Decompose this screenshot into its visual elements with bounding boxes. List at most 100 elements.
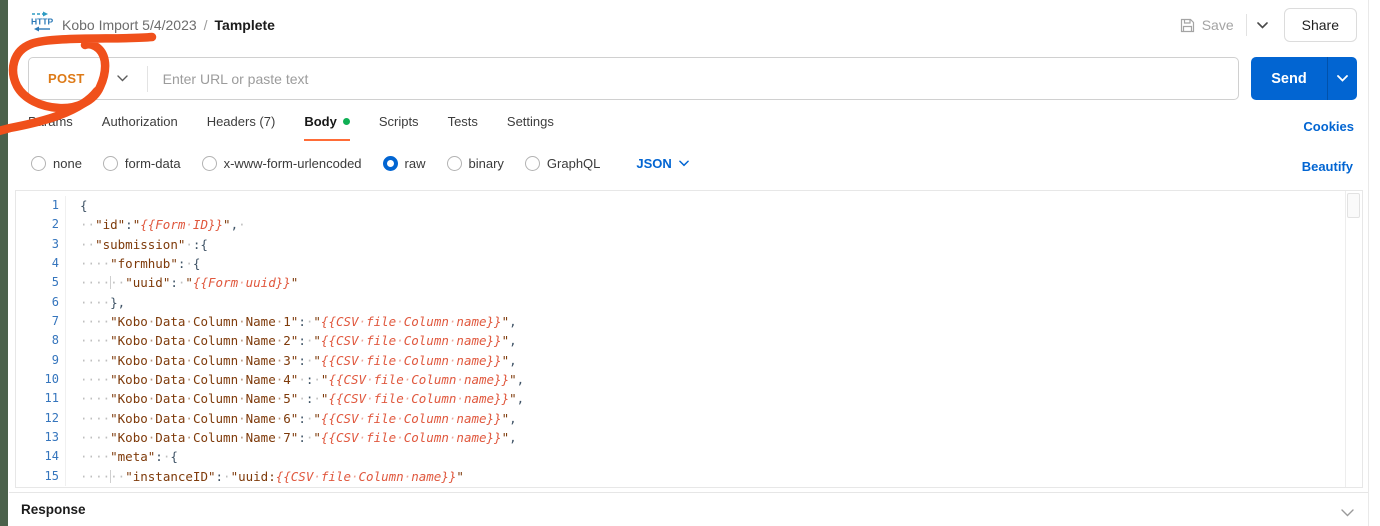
save-divider: [1245, 14, 1247, 36]
code-text[interactable]: ····"meta":·{: [66, 447, 178, 466]
code-line: 12 ····"Kobo·Data·Column·Name·6":·"{{CSV·…: [16, 408, 1362, 429]
tab-tests[interactable]: Tests: [448, 114, 478, 141]
body-editor[interactable]: 1{2 ··"id":"{{Form·ID}}",· 3 ··"submission"…: [15, 190, 1363, 488]
radio-raw[interactable]: raw: [382, 156, 426, 171]
tab-authorization[interactable]: Authorization: [102, 114, 178, 141]
tab-headers-7[interactable]: Headers (7): [207, 114, 276, 141]
svg-text:HTTP: HTTP: [31, 17, 53, 27]
code-text[interactable]: ····"formhub":·{: [66, 254, 200, 273]
tabs-bar: Params Authorization Headers (7) Body Script…: [28, 114, 554, 141]
code-line: 8 ····"Kobo·Data·Column·Name·2":·"{{CSV·f…: [16, 331, 1362, 351]
code-text[interactable]: ····"Kobo·Data·Column·Name·4"·:·"{{CSV·f…: [66, 370, 524, 389]
code-text[interactable]: ··"submission"·:{: [66, 235, 208, 254]
response-collapse-chevron-icon[interactable]: [1341, 504, 1354, 522]
code-text[interactable]: ····"Kobo·Data·Column·Name·5"·:·"{{CSV·f…: [66, 389, 524, 408]
radio-graphql[interactable]: GraphQL: [524, 156, 601, 171]
code-line: 10 ····"Kobo·Data·Column·Name·4"·:·"{{CSV…: [16, 370, 1362, 390]
tab-label: Scripts: [378, 114, 419, 129]
radio-label: none: [53, 156, 82, 171]
line-number: 6: [16, 292, 66, 313]
response-divider: [9, 492, 1368, 493]
method-select[interactable]: POST: [29, 58, 128, 99]
http-request-icon: HTTP: [29, 11, 54, 38]
editor-scrollbar[interactable]: [1345, 191, 1362, 487]
tab-label: Tests: [447, 114, 478, 129]
breadcrumb-separator: /: [203, 17, 208, 33]
header-actions: Save Share: [1180, 8, 1357, 42]
radio-label: x-www-form-urlencoded: [223, 156, 362, 171]
radio-none[interactable]: none: [31, 156, 82, 171]
line-number: 5: [16, 273, 66, 293]
line-number: 1: [16, 196, 66, 216]
cookies-link[interactable]: Cookies: [1303, 119, 1354, 134]
breadcrumb-request-name[interactable]: Tamplete: [215, 17, 275, 33]
radio-circle-icon: [201, 156, 217, 171]
code-text[interactable]: ····"Kobo·Data·Column·Name·3":·"{{CSV·fi…: [66, 351, 517, 370]
send-options-chevron-icon[interactable]: [1327, 57, 1357, 100]
code-text[interactable]: ······"instanceID":·"uuid:{{CSV·file·Col…: [66, 467, 464, 486]
tab-body[interactable]: Body: [304, 114, 350, 141]
url-input[interactable]: [147, 58, 1238, 99]
code-text[interactable]: ····"Kobo·Data·Column·Name·2":·"{{CSV·fi…: [66, 331, 517, 350]
line-number: 11: [16, 389, 66, 409]
tab-params[interactable]: Params: [28, 114, 73, 141]
line-number: 13: [16, 428, 66, 448]
code-text[interactable]: ····"Kobo·Data·Column·Name·6":·"{{CSV·fi…: [66, 409, 517, 428]
code-text[interactable]: ····},: [66, 293, 125, 312]
left-edge-strip: [0, 0, 8, 526]
request-url-bar: POST: [28, 57, 1239, 100]
code-line: 4 ····"formhub":·{: [16, 254, 1362, 274]
save-button[interactable]: Save: [1180, 17, 1234, 33]
radio-label: raw: [404, 156, 426, 171]
code-text[interactable]: ····"Kobo·Data·Column·Name·1":·"{{CSV·fi…: [66, 312, 517, 331]
code-text[interactable]: ··"id":"{{Form·ID}}",·: [66, 215, 246, 234]
radio-circle-icon: [31, 156, 46, 171]
share-button[interactable]: Share: [1283, 8, 1357, 42]
code-line: 15 ······"instanceID":·"uuid:{{CSV·file·C…: [16, 466, 1362, 487]
radio-label: form-data: [124, 156, 181, 171]
line-number: 2: [16, 215, 66, 235]
body-language-select[interactable]: JSON: [636, 156, 689, 171]
radio-binary[interactable]: binary: [446, 156, 504, 171]
tab-settings[interactable]: Settings: [507, 114, 554, 141]
body-type-radios: none form-data x-www-form-urlencoded raw bin…: [31, 156, 689, 171]
postman-request-window: HTTP Kobo Import 5/4/2023 / Tamplete Sav…: [0, 0, 1380, 526]
code-text[interactable]: {: [66, 196, 88, 215]
line-number: 7: [16, 312, 66, 332]
method-label: POST: [48, 71, 85, 86]
save-icon: [1180, 18, 1195, 33]
code-lines: 1{2 ··"id":"{{Form·ID}}",· 3 ··"submission"…: [16, 191, 1362, 487]
radio-circle-icon: [102, 156, 118, 171]
radio-circle-icon: [446, 156, 462, 171]
line-number: 10: [16, 370, 66, 390]
code-text[interactable]: ······"uuid":·"{{Form·uuid}}": [66, 273, 298, 292]
save-options-chevron-icon[interactable]: [1256, 21, 1268, 29]
method-chevron-icon: [116, 75, 128, 82]
unsaved-changes-dot-icon: [342, 118, 350, 125]
save-label: Save: [1201, 17, 1234, 33]
send-button[interactable]: Send: [1251, 57, 1327, 100]
language-label: JSON: [636, 156, 672, 171]
editor-scrollbar-thumb[interactable]: [1347, 193, 1360, 218]
radio-x-www-form-urlencoded[interactable]: x-www-form-urlencoded: [201, 156, 362, 171]
line-number: 3: [16, 234, 66, 255]
tab-scripts[interactable]: Scripts: [379, 114, 419, 141]
language-chevron-icon: [678, 160, 689, 167]
tab-label: Authorization: [101, 114, 178, 129]
code-line: 3 ··"submission"·:{: [16, 234, 1362, 255]
tab-label: Params: [28, 114, 73, 129]
radio-form-data[interactable]: form-data: [102, 156, 181, 171]
breadcrumb: Kobo Import 5/4/2023 / Tamplete: [62, 17, 275, 33]
radio-label: GraphQL: [546, 156, 601, 171]
response-section-title: Response: [21, 502, 86, 517]
code-line: 14 ····"meta":·{: [16, 447, 1362, 467]
code-text[interactable]: ····"Kobo·Data·Column·Name·7":·"{{CSV·fi…: [66, 428, 517, 447]
code-line: 11 ····"Kobo·Data·Column·Name·5"·:·"{{CSV…: [16, 389, 1362, 409]
radio-circle-icon: [382, 156, 398, 171]
beautify-link[interactable]: Beautify: [1302, 159, 1353, 174]
tab-label: Headers (7): [206, 114, 276, 129]
radio-label: binary: [468, 156, 504, 171]
breadcrumb-collection[interactable]: Kobo Import 5/4/2023: [62, 17, 197, 33]
code-line: 13 ····"Kobo·Data·Column·Name·7":·"{{CSV·…: [16, 428, 1362, 448]
tab-label: Settings: [506, 114, 554, 129]
